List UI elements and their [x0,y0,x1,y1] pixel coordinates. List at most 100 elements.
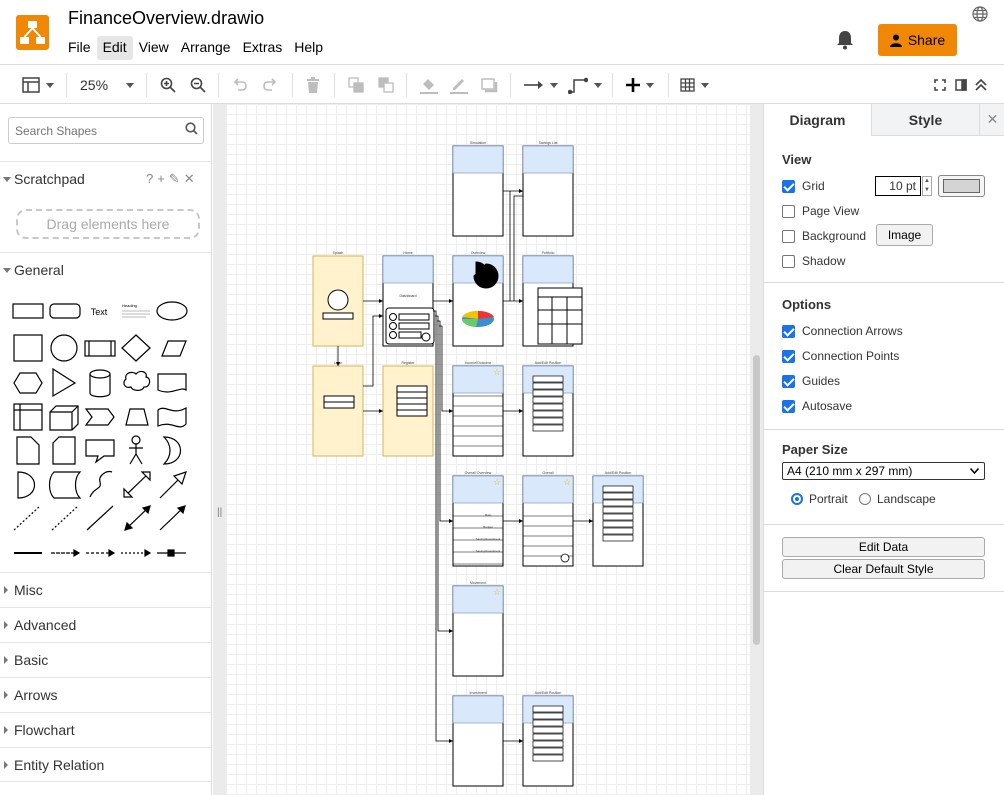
drawio-logo-icon[interactable] [16,15,49,50]
edit-icon[interactable]: ✎ [169,171,180,187]
format-panel-toggle[interactable] [22,75,54,95]
section-advanced[interactable]: Advanced [0,607,211,642]
undo-button[interactable] [232,75,248,95]
section-arrows[interactable]: Arrows [0,677,211,712]
chevron-right-icon [4,621,8,629]
chevron-right-icon [4,656,8,664]
connection-arrows-row[interactable]: Connection Arrows [782,323,903,339]
menu-view[interactable]: View [133,36,175,60]
delete-button[interactable] [306,75,320,95]
screen-text: Dashboard [399,294,416,298]
sidebar-toggle-icon [955,79,967,91]
screen-s12[interactable]: Overall ☆ [522,471,574,567]
page-view-checkbox[interactable] [782,204,795,218]
screen-s2[interactable]: Savings List [522,141,574,237]
screen-s1[interactable]: Simulation [452,141,504,237]
section-label: Entity Relation [14,756,105,773]
close-icon[interactable]: ✕ [184,171,195,187]
waypoint-style-button[interactable] [568,75,602,95]
to-back-button[interactable] [378,75,394,95]
connection-points-checkbox[interactable] [782,349,795,363]
collapse-button[interactable] [975,75,987,95]
globe-icon[interactable] [972,6,988,22]
add-icon[interactable]: + [157,171,165,187]
vertical-scrollbar[interactable] [753,355,760,645]
3d-pie-chart-icon [461,310,494,327]
tab-style[interactable]: Style [871,104,979,136]
general-shapes-palette[interactable]: Text Heading [0,292,212,572]
diagram-page[interactable]: Simulation Savings List Splash Home Overview… [226,104,750,795]
menu-file[interactable]: File [62,36,97,60]
menu-edit[interactable]: Edit [96,36,133,60]
file-title[interactable]: FinanceOverview.drawio [68,8,264,29]
panel-layout-icon [22,77,40,93]
parallelogram-shape [161,340,187,357]
user-icon [889,34,902,47]
menu-help[interactable]: Help [288,36,329,60]
zoom-out-button[interactable] [190,75,206,95]
grid-color-button[interactable] [938,175,985,197]
autosave-checkbox[interactable] [782,399,795,413]
screen-s15[interactable]: Investment [452,691,504,787]
paper-size-select[interactable]: A4 (210 mm x 297 mm) [782,462,985,480]
bell-icon[interactable] [836,30,854,50]
section-entity-relation[interactable]: Entity Relation [0,747,211,782]
format-toggle-button[interactable] [955,75,967,95]
background-checkbox[interactable] [782,229,795,243]
table-button[interactable] [680,75,709,95]
tab-diagram[interactable]: Diagram [764,104,871,136]
ellipse-shape [156,301,188,321]
section-misc[interactable]: Misc [0,572,211,607]
menu-arrange[interactable]: Arrange [175,36,237,60]
edit-data-button[interactable]: Edit Data [782,537,985,557]
landscape-radio[interactable] [859,493,871,505]
connection-points-row[interactable]: Connection Points [782,348,899,364]
section-flowchart[interactable]: Flowchart [0,712,211,747]
section-basic[interactable]: Basic [0,642,211,677]
screen-s14[interactable]: Movement ☆ [452,581,504,677]
connection-style-button[interactable] [524,75,558,95]
bidirectional-arrow-shape [123,471,151,498]
connection-arrows-checkbox[interactable] [782,324,795,338]
insert-button[interactable] [626,75,654,95]
guides-row[interactable]: Guides [782,373,840,389]
menu-extras[interactable]: Extras [237,36,289,60]
sidebar-splitter-handle[interactable]: || [217,507,222,518]
guides-checkbox[interactable] [782,374,795,388]
redo-button[interactable] [262,75,278,95]
search-shapes-input[interactable] [8,117,204,144]
help-icon[interactable]: ? [146,171,153,187]
portrait-radio[interactable] [791,493,803,505]
background-image-button[interactable]: Image [876,224,933,246]
screen-s9[interactable]: Income/Outcome☆ [452,361,504,457]
close-icon[interactable]: ✕ [979,104,1004,136]
general-header[interactable]: General [0,252,211,287]
line-color-button[interactable] [450,75,468,95]
zoom-dropdown[interactable]: 25% [80,75,135,95]
fill-color-button[interactable] [420,75,438,95]
to-front-button[interactable] [348,75,364,95]
zoom-in-button[interactable] [160,75,176,95]
portrait-radio-row[interactable]: Portrait [791,491,848,507]
autosave-row[interactable]: Autosave [782,398,852,414]
grid-size-stepper[interactable]: ▲ ▼ [922,176,932,196]
shadow-checkbox-row[interactable]: Shadow [782,253,845,269]
scratchpad-label: Scratchpad [14,171,85,187]
diagram-drawing[interactable]: Simulation Savings List Splash Home Overview… [226,104,750,795]
scratchpad-drop-zone[interactable]: Drag elements here [16,209,200,239]
grid-checkbox-row[interactable]: Grid [782,178,825,194]
grid-checkbox[interactable] [782,179,795,193]
or-shape [162,436,181,465]
section-label: Advanced [14,617,77,633]
grid-size-input[interactable]: 10 pt [875,176,921,196]
search-icon[interactable] [185,122,198,140]
landscape-radio-row[interactable]: Landscape [859,491,936,507]
page-view-checkbox-row[interactable]: Page View [782,203,859,219]
shadow-button[interactable] [480,75,498,95]
diagram-canvas[interactable]: Simulation Savings List Splash Home Overview… [213,104,763,795]
clear-default-style-button[interactable]: Clear Default Style [782,559,985,579]
share-button[interactable]: Share [878,24,957,56]
fullscreen-button[interactable] [934,75,946,95]
background-checkbox-row[interactable]: Background [782,228,866,244]
shadow-checkbox[interactable] [782,254,795,268]
